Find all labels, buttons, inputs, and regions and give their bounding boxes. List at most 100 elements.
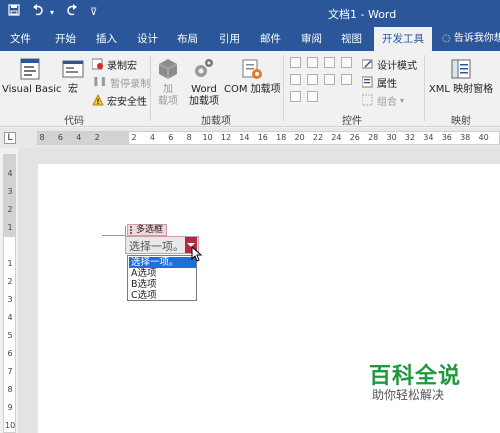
checkbox-control-icon[interactable] bbox=[290, 74, 301, 85]
ruler-tick: 4 bbox=[76, 133, 82, 142]
code-group-label: 代码 bbox=[64, 116, 84, 127]
ruler-tick: 1 bbox=[7, 223, 13, 232]
dropdown-option[interactable]: B选项 bbox=[129, 279, 196, 290]
xml-mapping-label: XML 映射窗格 bbox=[428, 84, 494, 95]
picture-control-icon[interactable] bbox=[324, 57, 335, 68]
addins-cube-icon bbox=[158, 59, 178, 79]
date-picker-control-icon[interactable] bbox=[341, 74, 352, 85]
plain-text-control-icon[interactable] bbox=[307, 57, 318, 68]
tab-home[interactable]: 开始 bbox=[55, 27, 76, 51]
ruler-tick: 2 bbox=[94, 133, 100, 142]
legacy-tools-icon[interactable] bbox=[307, 91, 318, 102]
pause-icon: ❚❚ bbox=[92, 77, 108, 87]
ruler-tick: 1 bbox=[7, 259, 13, 268]
com-addins-button[interactable]: COM 加载项 bbox=[224, 57, 281, 96]
ruler-tick: 26 bbox=[349, 133, 360, 142]
ruler-tick: 20 bbox=[294, 133, 305, 142]
ruler-tick: 14 bbox=[239, 133, 250, 142]
drag-handle-icon[interactable] bbox=[130, 226, 133, 234]
dropdown-control-icon[interactable] bbox=[324, 74, 335, 85]
ruler-tick: 6 bbox=[57, 133, 63, 142]
ruler-tick: 24 bbox=[331, 133, 342, 142]
addins-button[interactable]: 加载项 bbox=[155, 57, 181, 108]
record-macro-button[interactable]: 录制宏 bbox=[92, 56, 137, 72]
group-icon bbox=[362, 94, 373, 106]
properties-label: 属性 bbox=[377, 78, 397, 90]
ruler-tick: 2 bbox=[7, 277, 13, 286]
xml-mapping-pane-button[interactable]: XML 映射窗格 bbox=[428, 57, 494, 96]
horizontal-ruler[interactable]: 8 6 4 2 2 4 6 8 10 12 14 16 18 20 22 24 26 28 30 32 34 36 38 40 bbox=[37, 131, 500, 145]
controls-group-label: 控件 bbox=[342, 116, 362, 127]
ruler-tick: 4 bbox=[149, 133, 155, 142]
tab-mailings[interactable]: 邮件 bbox=[260, 27, 281, 51]
dropdown-option[interactable]: A选项 bbox=[129, 268, 196, 279]
pause-recording-label: 暂停录制 bbox=[110, 78, 151, 90]
visual-basic-label: Visual Basic bbox=[2, 84, 62, 95]
ruler-tick: 7 bbox=[7, 367, 13, 376]
customize-icon[interactable]: ⊽ bbox=[90, 4, 97, 22]
dropdown-placeholder-text[interactable]: 选择一项。 bbox=[129, 238, 184, 254]
group-divider bbox=[283, 55, 284, 121]
tell-me-box[interactable]: ◌ 告诉我你想 bbox=[442, 27, 500, 51]
mouse-pointer-icon bbox=[191, 246, 203, 262]
ruler-tick: 16 bbox=[257, 133, 268, 142]
building-block-control-icon[interactable] bbox=[341, 57, 352, 68]
ruler-tick: 6 bbox=[168, 133, 174, 142]
group-label: 组合 bbox=[377, 96, 397, 108]
mapping-group-label: 映射 bbox=[451, 116, 471, 127]
ruler-tick: 18 bbox=[276, 133, 287, 142]
tab-view[interactable]: 视图 bbox=[341, 27, 362, 51]
pause-recording-button[interactable]: ❚❚ 暂停录制 bbox=[92, 74, 150, 90]
save-icon[interactable] bbox=[8, 4, 20, 22]
horizontal-ruler-bar: L 8 6 4 2 2 4 6 8 10 12 14 16 18 20 22 24 26 28 30 32 34 36 38… bbox=[0, 128, 500, 148]
gear-icon bbox=[195, 59, 213, 77]
macros-button[interactable]: 宏 bbox=[60, 57, 86, 96]
tab-insert[interactable]: 插入 bbox=[96, 27, 117, 51]
quick-access-toolbar: ▾ ⊽ bbox=[8, 4, 97, 22]
ruler-tick: 3 bbox=[7, 187, 13, 196]
ruler-tick: 10 bbox=[5, 421, 16, 430]
design-mode-label: 设计模式 bbox=[377, 60, 417, 72]
addins-label: 加载项 bbox=[158, 84, 178, 107]
tab-references[interactable]: 引用 bbox=[219, 27, 240, 51]
tab-developer[interactable]: 开发工具 bbox=[374, 27, 432, 51]
ruler-tick: 34 bbox=[423, 133, 434, 142]
content-control-tag[interactable]: 多选框 bbox=[127, 224, 168, 236]
lightbulb-icon: ◌ bbox=[442, 33, 451, 44]
document-title: 文档1 - Word bbox=[328, 8, 397, 21]
ruler-tick: 4 bbox=[7, 169, 13, 178]
repeating-section-control-icon[interactable] bbox=[290, 91, 301, 102]
ruler-tick: 32 bbox=[404, 133, 416, 142]
tab-selector[interactable]: L bbox=[4, 132, 16, 144]
chevron-down-icon[interactable]: ▾ bbox=[50, 4, 54, 22]
macros-icon bbox=[62, 60, 84, 78]
macro-security-button[interactable]: 宏安全性 bbox=[92, 92, 147, 108]
tab-review[interactable]: 审阅 bbox=[301, 27, 322, 51]
rich-text-control-icon[interactable] bbox=[290, 57, 301, 68]
group-button[interactable]: 组合 ▾ bbox=[362, 92, 404, 108]
margin-corner-mark bbox=[102, 226, 126, 236]
dropdown-option[interactable]: C选项 bbox=[129, 290, 196, 301]
record-macro-label: 录制宏 bbox=[107, 60, 137, 72]
ruler-tick: 22 bbox=[312, 133, 324, 142]
properties-icon bbox=[362, 76, 373, 88]
design-mode-button[interactable]: 设计模式 bbox=[362, 56, 417, 72]
macros-label: 宏 bbox=[68, 84, 78, 95]
dropdown-option[interactable]: 选择一项。 bbox=[129, 257, 196, 268]
content-control-title: 多选框 bbox=[136, 225, 164, 235]
visual-basic-button[interactable]: Visual Basic bbox=[2, 57, 62, 96]
ruler-tick: 40 bbox=[478, 133, 489, 142]
ruler-tick: 2 bbox=[7, 205, 13, 214]
tab-file[interactable]: 文件 bbox=[10, 27, 31, 51]
tab-layout[interactable]: 布局 bbox=[177, 27, 198, 51]
tab-design[interactable]: 设计 bbox=[137, 27, 158, 51]
vertical-ruler[interactable]: 43211234567891011 bbox=[3, 154, 16, 433]
properties-button[interactable]: 属性 bbox=[362, 74, 397, 90]
word-addins-button[interactable]: Word 加载项 bbox=[186, 57, 222, 108]
xml-mapping-icon bbox=[451, 59, 471, 79]
combobox-control-icon[interactable] bbox=[307, 74, 318, 85]
ruler-tick: 30 bbox=[386, 133, 397, 142]
undo-icon[interactable] bbox=[32, 4, 46, 22]
group-divider bbox=[424, 55, 425, 121]
redo-icon[interactable] bbox=[66, 4, 78, 22]
